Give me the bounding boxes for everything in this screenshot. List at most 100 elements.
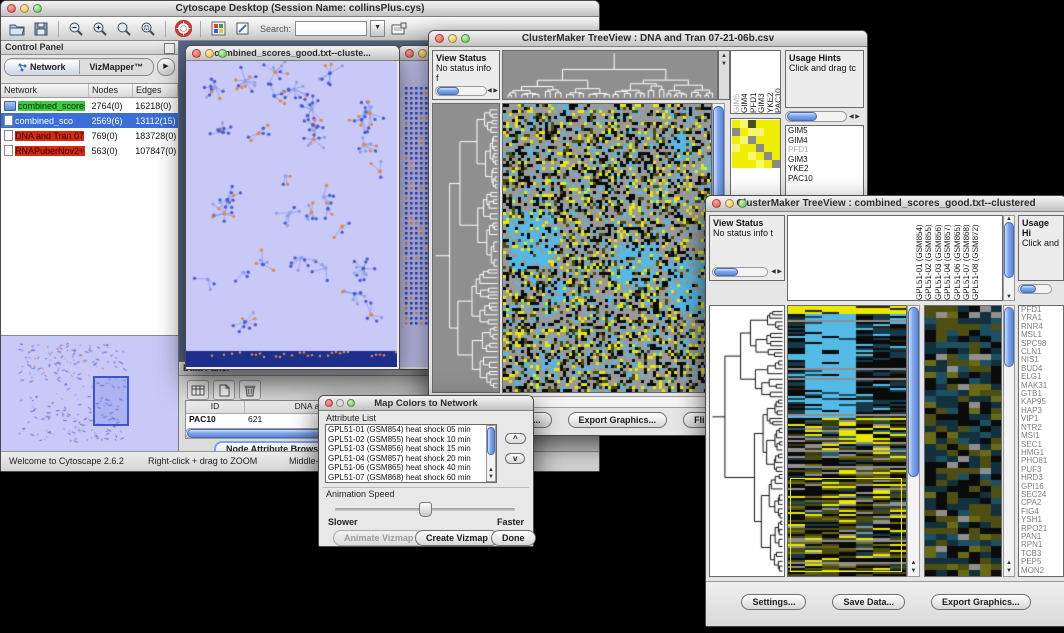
tv2-col-vscrollbar[interactable]: ▲▼ xyxy=(1003,215,1015,301)
tv1-gene-name[interactable]: PAC10 xyxy=(786,174,863,184)
zoom-button[interactable] xyxy=(738,199,747,208)
tv1-row-dendrogram[interactable] xyxy=(432,103,500,393)
tv2-button[interactable]: Export Graphics... xyxy=(931,594,1031,610)
tv2-zoom-canvas[interactable] xyxy=(925,306,1001,576)
tv2-button[interactable]: Save Data... xyxy=(832,594,905,610)
minimize-button[interactable] xyxy=(418,49,427,58)
new-attribute-button[interactable] xyxy=(213,380,235,400)
open-session-button[interactable] xyxy=(7,20,27,38)
tv2-gene-name[interactable]: MON2 xyxy=(1019,567,1063,575)
animate-vizmap-button[interactable]: Animate Vizmap xyxy=(333,530,424,546)
attribute-list-item[interactable]: GPL51-07 (GSM868) heat shock 60 min xyxy=(326,473,496,483)
column-nodes[interactable]: Nodes xyxy=(89,84,133,97)
network-table-row[interactable]: combined_sco 2569(6) 13112(15) xyxy=(1,113,178,128)
tv2-zoom-heatmap-panel[interactable] xyxy=(924,305,1002,577)
matrix-cell[interactable] xyxy=(740,128,748,136)
tv1-heatmap-canvas[interactable] xyxy=(503,104,711,392)
attribute-list-item[interactable]: GPL51-03 (GSM856) heat shock 15 min xyxy=(326,444,496,454)
tv2-row-dendrogram[interactable] xyxy=(709,305,785,577)
tv1-hscrollbar[interactable] xyxy=(502,396,724,408)
zoom-out-button[interactable] xyxy=(66,20,86,38)
move-up-button[interactable]: ^ xyxy=(505,433,526,444)
matrix-cell[interactable] xyxy=(764,128,772,136)
attribute-list-item[interactable]: GPL51-01 (GSM854) heat shock 05 min xyxy=(326,425,496,435)
attribute-list-item[interactable]: GPL51-04 (GSM857) heat shock 20 min xyxy=(326,454,496,464)
zoom-selected-button[interactable] xyxy=(114,20,134,38)
matrix-cell[interactable] xyxy=(756,120,764,128)
zoom-button[interactable] xyxy=(461,34,470,43)
matrix-cell[interactable] xyxy=(764,144,772,152)
tv1-gene-name[interactable]: GIM3 xyxy=(786,155,863,165)
matrix-cell[interactable] xyxy=(756,136,764,144)
matrix-cell[interactable] xyxy=(756,152,764,160)
annotation-icon[interactable] xyxy=(232,20,252,38)
zoom-button[interactable] xyxy=(347,399,355,407)
matrix-cell[interactable] xyxy=(748,144,756,152)
matrix-cell[interactable] xyxy=(740,120,748,128)
tab-vizmapper[interactable]: VizMapper™ xyxy=(79,60,154,74)
tv2-heatmap-panel[interactable] xyxy=(787,305,907,577)
float-panel-icon[interactable] xyxy=(164,43,175,54)
zoom-button[interactable] xyxy=(218,49,227,58)
matrix-cell[interactable] xyxy=(740,144,748,152)
close-button[interactable] xyxy=(325,399,333,407)
matrix-cell[interactable] xyxy=(732,136,740,144)
animation-speed-slider[interactable] xyxy=(419,502,432,517)
matrix-cell[interactable] xyxy=(748,136,756,144)
matrix-cell[interactable] xyxy=(756,144,764,152)
more-tabs-button[interactable]: ▶ xyxy=(157,58,175,76)
matrix-cell[interactable] xyxy=(756,160,764,168)
help-lifering-icon[interactable] xyxy=(173,20,193,38)
tv1-gene-name[interactable]: GIM4 xyxy=(786,136,863,146)
overview-canvas[interactable] xyxy=(3,338,175,448)
treeview2-titlebar[interactable]: ClusterMaker TreeView : combined_scores_… xyxy=(706,196,1064,212)
matrix-cell[interactable] xyxy=(756,128,764,136)
matrix-cell[interactable] xyxy=(748,128,756,136)
matrix-cell[interactable] xyxy=(772,128,780,136)
tv1-hints-scrollbar[interactable] xyxy=(785,111,847,122)
done-button[interactable]: Done xyxy=(491,530,536,546)
network-table-row[interactable]: combined_scores 2764(0) 16218(0) xyxy=(1,98,178,113)
tv1-hints-scroll-arrows[interactable]: ◀ ▶ xyxy=(849,114,860,120)
network-table-header[interactable]: Network Nodes Edges xyxy=(1,84,178,98)
attribute-listbox[interactable]: GPL51-01 (GSM854) heat shock 05 minGPL51… xyxy=(325,424,497,483)
minimize-button[interactable] xyxy=(448,34,457,43)
matrix-cell[interactable] xyxy=(772,160,780,168)
tv2-vscrollbar[interactable]: ▲▼ xyxy=(907,305,920,577)
save-session-button[interactable] xyxy=(31,20,51,38)
tv1-zoom-matrix[interactable] xyxy=(732,120,780,168)
tv2-status-scroll-arrows[interactable]: ◀ ▶ xyxy=(771,269,782,275)
tv2-hints-scrollbar[interactable] xyxy=(1018,284,1052,294)
attribute-list-scrollbar[interactable]: ▲▼ xyxy=(486,425,496,482)
matrix-cell[interactable] xyxy=(748,160,756,168)
matrix-cell[interactable] xyxy=(772,152,780,160)
index-card-icon[interactable] xyxy=(389,20,409,38)
column-id[interactable]: ID xyxy=(186,401,245,413)
matrix-cell[interactable] xyxy=(740,160,748,168)
tv2-status-scrollbar[interactable] xyxy=(712,267,768,277)
tv1-heatmap-panel[interactable] xyxy=(502,103,712,393)
tv1-column-dendrogram[interactable] xyxy=(502,50,718,100)
close-button[interactable] xyxy=(435,34,444,43)
tv1-gene-name[interactable]: PFD1 xyxy=(786,145,863,155)
matrix-cell[interactable] xyxy=(740,152,748,160)
matrix-cell[interactable] xyxy=(764,136,772,144)
matrix-cell[interactable] xyxy=(764,160,772,168)
network-titlebar[interactable]: combined_scores_good.txt--cluste... xyxy=(186,46,399,61)
matrix-cell[interactable] xyxy=(732,128,740,136)
tv1-rowtree-canvas[interactable] xyxy=(433,104,499,392)
search-input[interactable] xyxy=(295,21,367,36)
tv2-zoom-vscrollbar[interactable]: ▲▼ xyxy=(1003,305,1015,577)
tv2-rowtree-canvas[interactable] xyxy=(710,306,784,576)
matrix-cell[interactable] xyxy=(740,136,748,144)
tv1-gene-name[interactable]: GIM5 xyxy=(786,126,863,136)
attribute-list-item[interactable]: GPL51-02 (GSM855) heat shock 10 min xyxy=(326,435,496,445)
dialog-titlebar[interactable]: Map Colors to Network xyxy=(319,396,533,411)
close-button[interactable] xyxy=(192,49,201,58)
select-attributes-button[interactable] xyxy=(187,380,209,400)
column-network[interactable]: Network xyxy=(1,84,89,97)
minimize-button[interactable] xyxy=(725,199,734,208)
tv1-button[interactable]: Export Graphics... xyxy=(568,412,668,428)
tv1-col-scroll-strip[interactable]: ▲▼ xyxy=(718,50,730,100)
close-button[interactable] xyxy=(7,4,16,13)
